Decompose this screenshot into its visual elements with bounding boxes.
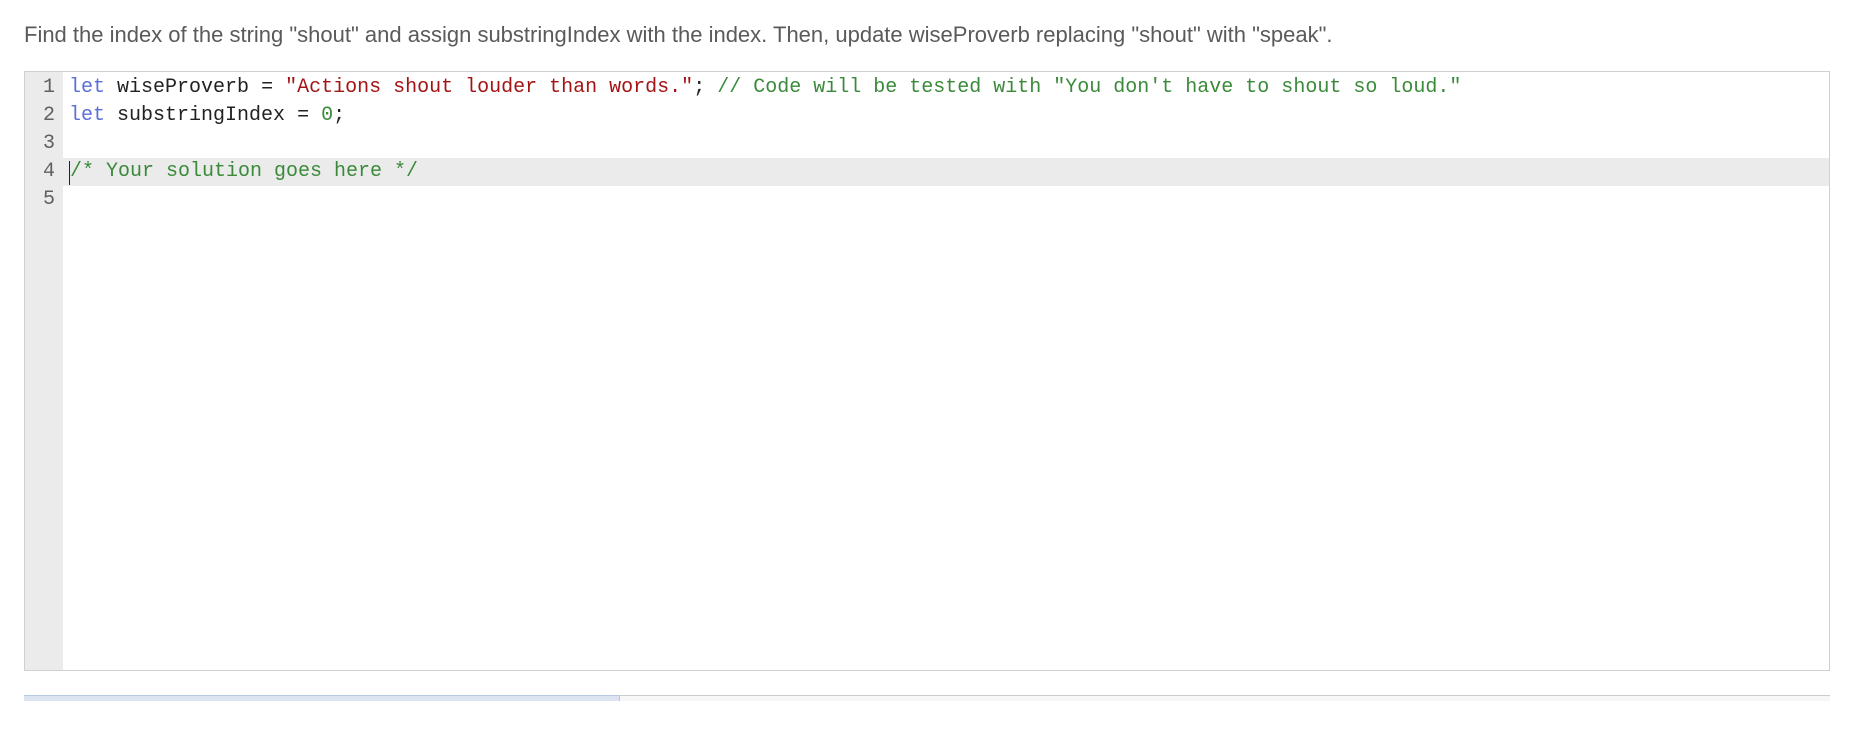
- code-token: substringIndex: [117, 104, 285, 127]
- code-token: [309, 104, 321, 127]
- code-token: ;: [333, 104, 345, 127]
- instruction-text: Find the index of the string "shout" and…: [24, 18, 1830, 51]
- line-number: 5: [39, 186, 55, 214]
- code-line[interactable]: let wiseProverb = "Actions shout louder …: [63, 74, 1829, 102]
- line-number: 2: [39, 102, 55, 130]
- code-token: let: [69, 104, 105, 127]
- code-line[interactable]: /* Your solution goes here */: [63, 158, 1829, 186]
- gutter: 12345: [25, 72, 63, 670]
- footer-seg-inactive: [620, 695, 1830, 701]
- code-line[interactable]: let substringIndex = 0;: [63, 102, 1829, 130]
- footer-bar: [24, 695, 1830, 701]
- code-token: "Actions shout louder than words.": [285, 76, 693, 99]
- code-token: =: [297, 104, 309, 127]
- code-token: // Code will be tested with "You don't h…: [717, 76, 1461, 99]
- line-number: 3: [39, 130, 55, 158]
- code-token: ;: [693, 76, 705, 99]
- code-editor[interactable]: 12345 let wiseProverb = "Actions shout l…: [24, 71, 1830, 671]
- code-token: [105, 76, 117, 99]
- code-token: [705, 76, 717, 99]
- code-line[interactable]: [63, 130, 1829, 158]
- code-token: let: [69, 76, 105, 99]
- code-token: [105, 104, 117, 127]
- code-token: /* Your solution goes here */: [70, 160, 418, 183]
- code-token: [285, 104, 297, 127]
- line-number: 1: [39, 74, 55, 102]
- code-token: 0: [321, 104, 333, 127]
- code-token: =: [261, 76, 273, 99]
- code-line[interactable]: [63, 186, 1829, 214]
- code-token: [249, 76, 261, 99]
- code-token: [273, 76, 285, 99]
- code-area[interactable]: let wiseProverb = "Actions shout louder …: [63, 72, 1829, 670]
- footer-seg-active: [24, 695, 620, 701]
- code-token: wiseProverb: [117, 76, 249, 99]
- text-cursor: [69, 161, 70, 185]
- line-number: 4: [39, 158, 55, 186]
